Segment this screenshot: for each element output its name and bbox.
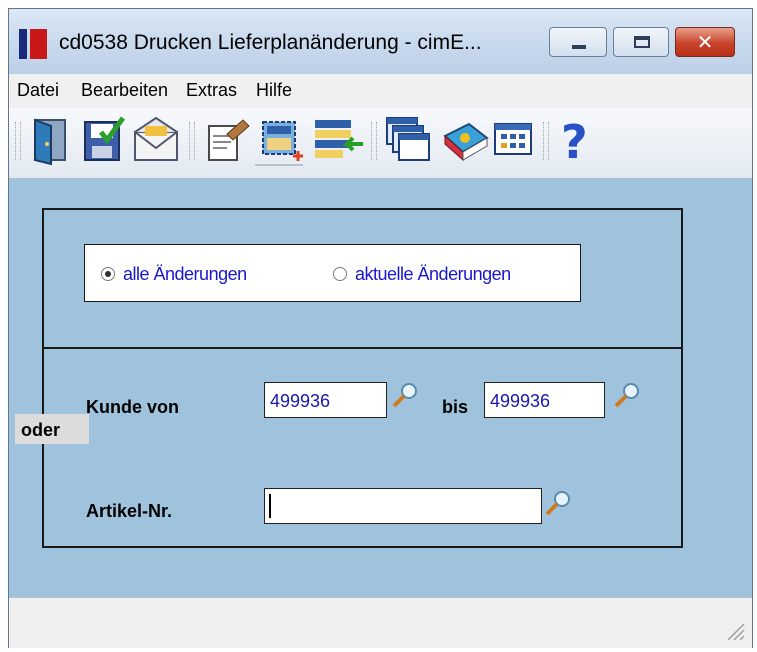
menu-extras[interactable]: Extras xyxy=(186,80,237,101)
app-icon xyxy=(19,29,47,59)
content-area: alle Änderungen aktuelle Änderungen Kund… xyxy=(9,179,752,597)
close-button[interactable]: ✕ xyxy=(675,27,735,57)
resize-grip-icon[interactable] xyxy=(722,618,746,642)
change-type-group: alle Änderungen aktuelle Änderungen xyxy=(84,244,581,302)
toolbar-separator xyxy=(543,122,549,160)
toolbar-separator xyxy=(371,122,377,160)
text-caret xyxy=(269,494,271,518)
minimize-button[interactable] xyxy=(549,27,607,57)
kunde-von-label: Kunde von xyxy=(86,397,179,417)
menu-hilfe[interactable]: Hilfe xyxy=(256,80,292,101)
maximize-icon xyxy=(634,36,650,48)
radio-alle-label[interactable]: alle Änderungen xyxy=(123,264,247,285)
radio-button-unchecked[interactable] xyxy=(333,267,347,281)
section-divider xyxy=(44,347,681,349)
kunde-from-lookup-icon[interactable] xyxy=(391,381,419,409)
application-window: cd0538 Drucken Lieferplanänderung - cimE… xyxy=(8,8,753,648)
artikel-nr-input[interactable] xyxy=(264,488,542,524)
kunde-to-input[interactable]: 499936 xyxy=(484,382,605,418)
edit-document-icon[interactable] xyxy=(201,114,250,166)
kunde-from-input[interactable]: 499936 xyxy=(264,382,387,418)
form-frame: alle Änderungen aktuelle Änderungen Kund… xyxy=(42,208,683,548)
radio-button-checked[interactable] xyxy=(101,267,115,281)
oder-label: oder xyxy=(15,414,89,444)
menu-datei[interactable]: Datei xyxy=(17,80,59,101)
grid-icon[interactable] xyxy=(491,114,539,166)
toolbar-separator xyxy=(189,122,195,160)
maximize-button[interactable] xyxy=(613,27,669,57)
artikel-lookup-icon[interactable] xyxy=(544,489,572,517)
help-icon[interactable]: ? xyxy=(555,114,603,166)
toolbar-grip[interactable] xyxy=(15,122,21,160)
status-bar xyxy=(9,597,752,648)
import-list-icon[interactable] xyxy=(311,114,363,166)
save-icon[interactable] xyxy=(79,114,127,166)
menu-bearbeiten[interactable]: Bearbeiten xyxy=(81,80,168,101)
minimize-icon xyxy=(572,45,586,49)
window-title: cd0538 Drucken Lieferplanänderung - cimE… xyxy=(59,31,482,54)
close-icon: ✕ xyxy=(696,30,714,54)
book-icon[interactable] xyxy=(439,114,489,166)
radio-aktuelle-aenderungen[interactable]: aktuelle Änderungen xyxy=(333,263,511,285)
windows-icon[interactable] xyxy=(383,114,431,166)
bis-label: bis xyxy=(442,397,469,417)
artikel-nr-label: Artikel-Nr. xyxy=(86,501,173,521)
kunde-to-lookup-icon[interactable] xyxy=(613,381,641,409)
radio-alle-aenderungen[interactable]: alle Änderungen xyxy=(101,263,247,285)
new-selection-icon[interactable] xyxy=(255,114,303,166)
radio-aktuelle-label[interactable]: aktuelle Änderungen xyxy=(355,264,511,285)
exit-door-icon[interactable] xyxy=(27,114,75,166)
mail-icon[interactable] xyxy=(131,114,179,166)
menu-bar: Datei Bearbeiten Extras Hilfe xyxy=(9,74,752,109)
toolbar: ? xyxy=(9,108,752,179)
title-bar[interactable]: cd0538 Drucken Lieferplanänderung - cimE… xyxy=(9,9,752,74)
svg-text:?: ? xyxy=(561,115,588,166)
